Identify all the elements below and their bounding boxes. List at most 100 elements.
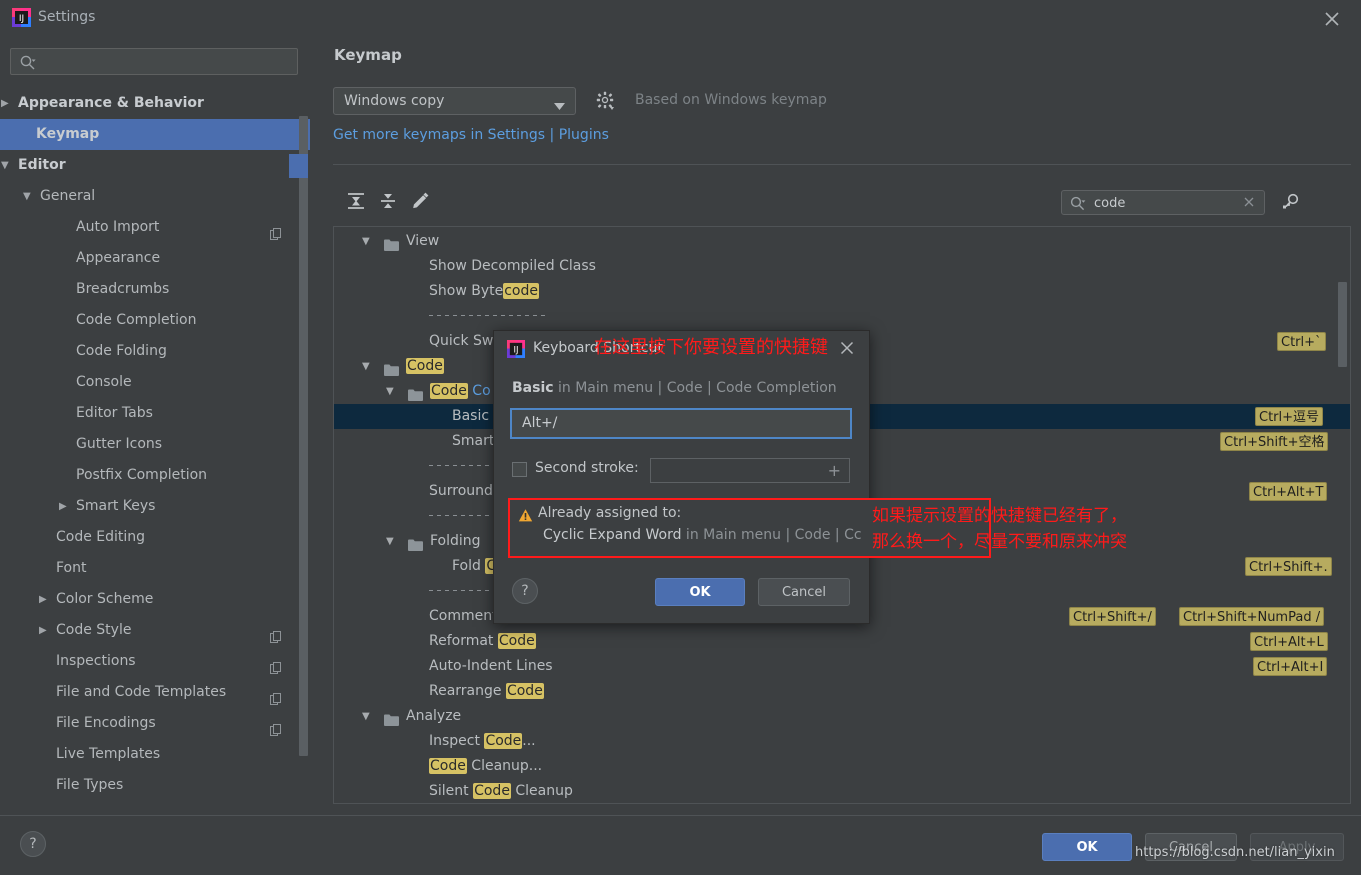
second-stroke-input[interactable]: + xyxy=(650,458,850,483)
filter-shortcut-icon[interactable] xyxy=(1279,190,1303,214)
warning-detail-path: in Main menu | Code | Cc xyxy=(681,527,862,543)
sidebar-item-file-and-code-templates[interactable]: File and Code Templates xyxy=(0,677,310,708)
help-button[interactable]: ? xyxy=(20,831,46,857)
sidebar-item-font[interactable]: Font xyxy=(0,553,310,584)
search-icon xyxy=(19,54,37,76)
sidebar-item-inspections[interactable]: Inspections xyxy=(0,646,310,677)
sidebar-item-code-style[interactable]: ▶ Code Style xyxy=(0,615,310,646)
chevron-right-icon[interactable]: ▶ xyxy=(39,584,47,615)
table-row[interactable]: Reformat Code Ctrl+Alt+L xyxy=(334,629,1350,654)
close-icon[interactable] xyxy=(839,340,855,360)
intellij-logo-icon: IJ xyxy=(12,8,31,27)
chevron-down-icon[interactable]: ▼ xyxy=(362,704,370,729)
table-row[interactable]: Silent Code Cleanup xyxy=(334,779,1350,803)
shortcut-search-input[interactable] xyxy=(1092,194,1236,213)
sidebar-item-general[interactable]: ▼ General xyxy=(0,181,310,212)
sidebar-item-console[interactable]: Console xyxy=(0,367,310,398)
chevron-down-icon[interactable]: ▼ xyxy=(1,150,9,181)
action-name: Analyze xyxy=(406,708,462,724)
collapse-all-icon[interactable] xyxy=(375,188,401,214)
sidebar-item-label: Breadcrumbs xyxy=(76,281,170,297)
shortcut-input-field[interactable]: Alt+/ xyxy=(510,408,852,439)
chevron-down-icon[interactable]: ▼ xyxy=(386,529,394,554)
expand-all-icon[interactable] xyxy=(343,188,369,214)
table-row[interactable]: Inspect Code... xyxy=(334,729,1350,754)
chevron-right-icon[interactable]: ▶ xyxy=(39,615,47,646)
sidebar-item-live-templates[interactable]: Live Templates xyxy=(0,739,310,770)
action-name: Folding xyxy=(430,533,481,549)
dialog-cancel-button[interactable]: Cancel xyxy=(758,578,850,606)
warning-detail: Cyclic Expand Word in Main menu | Code |… xyxy=(543,527,862,543)
get-more-keymaps-link[interactable]: Get more keymaps in Settings | Plugins xyxy=(333,127,609,143)
sidebar-item-label: Console xyxy=(76,374,132,390)
search-icon xyxy=(1069,195,1087,217)
ok-button[interactable]: OK xyxy=(1042,833,1132,861)
sidebar-item-code-completion[interactable]: Code Completion xyxy=(0,305,310,336)
search-input[interactable] xyxy=(41,53,293,73)
sidebar-item-file-encodings[interactable]: File Encodings xyxy=(0,708,310,739)
shortcut-badge: Ctrl+Alt+T xyxy=(1249,482,1328,501)
sidebar-item-gutter-icons[interactable]: Gutter Icons xyxy=(0,429,310,460)
chevron-down-icon[interactable]: ▼ xyxy=(23,181,31,212)
sidebar-item-code-editing[interactable]: Code Editing xyxy=(0,522,310,553)
separator-dashes xyxy=(429,315,549,316)
table-row[interactable]: Rearrange Code xyxy=(334,679,1350,704)
shortcut-search-box[interactable] xyxy=(1061,190,1265,215)
sidebar-item-editor-tabs[interactable]: Editor Tabs xyxy=(0,398,310,429)
sidebar-item-label: Keymap xyxy=(36,126,100,142)
dialog-context: Basic in Main menu | Code | Code Complet… xyxy=(512,380,860,396)
edit-pencil-icon[interactable] xyxy=(407,188,433,214)
chevron-down-icon[interactable]: ▼ xyxy=(362,354,370,379)
action-name: Basic xyxy=(452,408,490,424)
sidebar-item-file-types[interactable]: File Types xyxy=(0,770,310,801)
second-stroke-checkbox[interactable] xyxy=(512,462,527,477)
table-row[interactable]: Code Cleanup... xyxy=(334,754,1350,779)
sidebar-item-postfix-completion[interactable]: Postfix Completion xyxy=(0,460,310,491)
second-stroke-label: Second stroke: xyxy=(535,460,639,476)
chevron-right-icon[interactable]: ▶ xyxy=(59,491,67,522)
sidebar-item-color-scheme[interactable]: ▶ Color Scheme xyxy=(0,584,310,615)
sidebar-tree: ▶ Appearance & Behavior Keymap ▼ Editor ▼ Gene… xyxy=(0,88,310,815)
sidebar-item-auto-import[interactable]: Auto Import xyxy=(0,212,310,243)
keymap-select[interactable]: Windows copy xyxy=(333,87,576,115)
shortcut-hint-annotation: 在这里按下你要设置的快捷键 xyxy=(594,337,828,358)
sidebar-item-label: Appearance & Behavior xyxy=(18,95,204,111)
table-row[interactable]: Show Decompiled Class xyxy=(334,254,1350,279)
settings-window: IJ Settings ▶ Appearance & Behavior Keymap… xyxy=(0,0,1361,875)
sidebar-scrollbar[interactable] xyxy=(289,116,308,796)
table-row[interactable]: Auto-Indent Lines Ctrl+Alt+I xyxy=(334,654,1350,679)
sidebar-item-label: Color Scheme xyxy=(56,591,154,607)
sidebar-item-smart-keys[interactable]: ▶ Smart Keys xyxy=(0,491,310,522)
table-row[interactable]: Show Bytecode xyxy=(334,279,1350,304)
chevron-right-icon[interactable]: ▶ xyxy=(1,88,9,119)
sidebar-item-label: Inspections xyxy=(56,653,136,669)
sidebar-item-code-folding[interactable]: Code Folding xyxy=(0,336,310,367)
close-icon[interactable] xyxy=(1321,8,1343,30)
sidebar-item-appearance[interactable]: Appearance xyxy=(0,243,310,274)
dialog-context-path: in Main menu | Code | Code Completion xyxy=(553,380,837,396)
dialog-help-button[interactable]: ? xyxy=(512,578,538,604)
warning-title: Already assigned to: xyxy=(538,505,682,521)
shortcut-badge: Ctrl+Shift+空格 xyxy=(1220,432,1329,451)
sidebar-item-breadcrumbs[interactable]: Breadcrumbs xyxy=(0,274,310,305)
clear-icon[interactable] xyxy=(1242,195,1256,213)
sidebar-scrollbar-thumb[interactable] xyxy=(289,116,308,756)
chevron-down-icon[interactable]: ▼ xyxy=(386,379,394,404)
settings-sidebar: ▶ Appearance & Behavior Keymap ▼ Editor ▼ Gene… xyxy=(0,36,310,815)
sidebar-scroll-position-marker xyxy=(289,154,308,178)
tree-scrollbar-thumb[interactable] xyxy=(1338,282,1347,367)
dialog-context-action: Basic xyxy=(512,380,554,396)
dialog-ok-button[interactable]: OK xyxy=(655,578,745,606)
table-row[interactable] xyxy=(334,304,1350,329)
chevron-down-icon[interactable]: ▼ xyxy=(362,229,370,254)
sidebar-item-keymap[interactable]: Keymap xyxy=(0,119,310,150)
sidebar-item-label: Code Editing xyxy=(56,529,146,545)
sidebar-item-editor[interactable]: ▼ Editor xyxy=(0,150,310,181)
gear-icon[interactable] xyxy=(596,91,616,115)
table-row[interactable]: ▼ Analyze xyxy=(334,704,1350,729)
sidebar-item-appearance-behavior[interactable]: ▶ Appearance & Behavior xyxy=(0,88,310,119)
sidebar-search-box[interactable] xyxy=(10,48,298,75)
action-name: Smart xyxy=(452,433,495,449)
sidebar-item-label: File Types xyxy=(56,777,124,793)
table-row[interactable]: ▼ View xyxy=(334,229,1350,254)
